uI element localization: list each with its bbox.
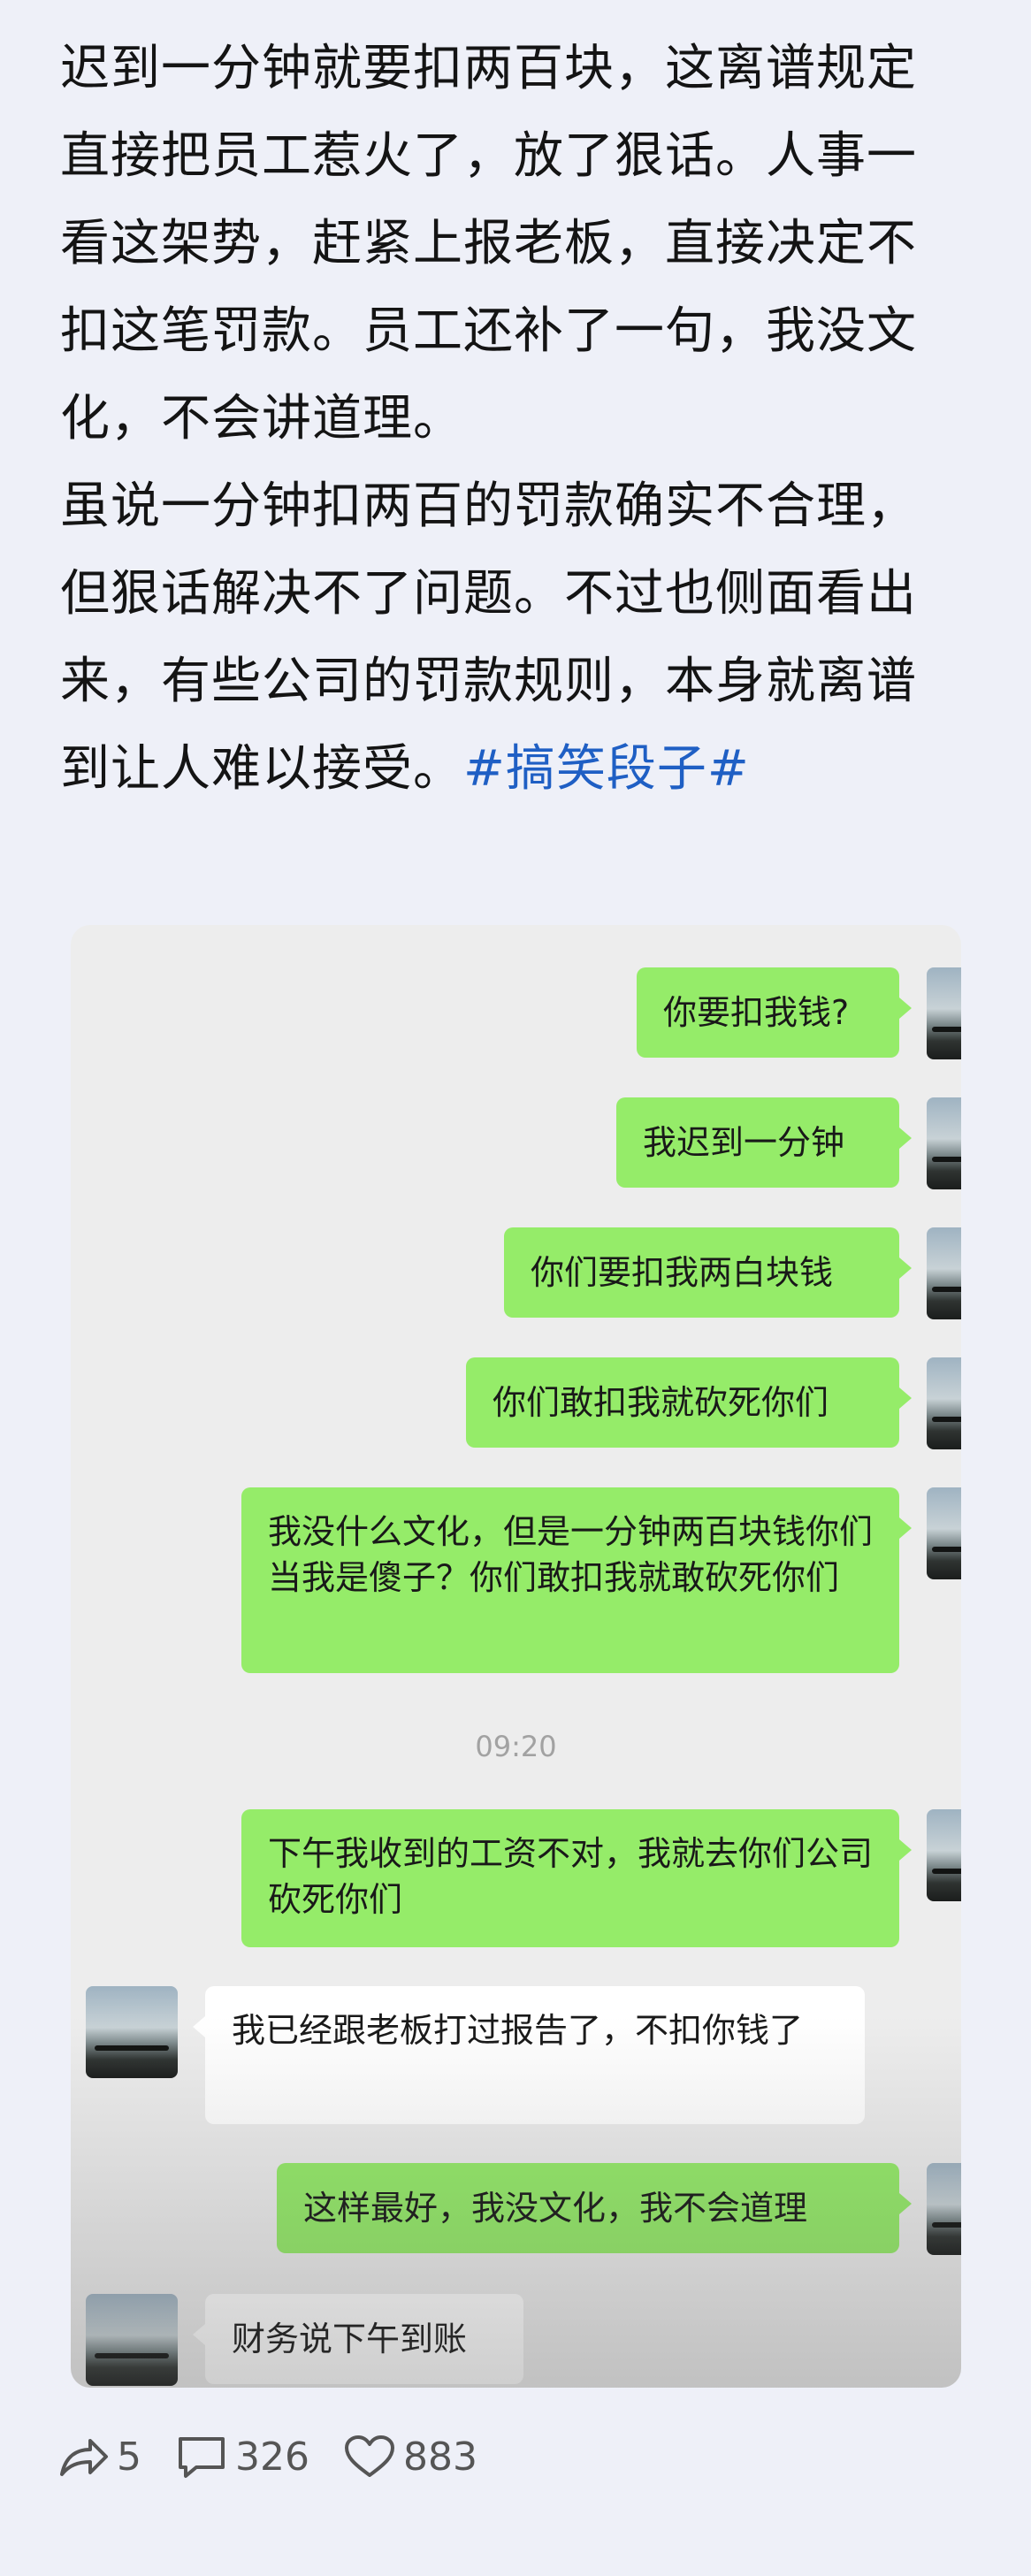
avatar-me (927, 2163, 961, 2255)
chat-message-2: 我迟到一分钟 (616, 1097, 912, 1188)
chat-message-5: 我没什么文化，但是一分钟两百块钱你们当我是傻子？你们敢扣我就敢砍死你们 (241, 1487, 912, 1673)
chat-message-3: 你们要扣我两白块钱 (504, 1227, 912, 1318)
share-button[interactable]: 5 (57, 2434, 141, 2480)
hashtag-link[interactable]: #搞笑段子# (463, 740, 750, 798)
chat-message-8: 这样最好，我没文化，我不会道理 (277, 2163, 912, 2253)
chat-screenshot: 你要扣我钱? 我迟到一分钟 你们要扣我两白块钱 你们敢扣我就砍死你们 我没什么文… (71, 925, 961, 2388)
avatar-me (927, 1809, 961, 1901)
avatar-me (927, 1097, 961, 1189)
comment-count: 326 (235, 2434, 309, 2480)
comment-button[interactable]: 326 (175, 2434, 309, 2480)
avatar-me (927, 1357, 961, 1449)
share-count: 5 (117, 2434, 141, 2480)
avatar-other (86, 1986, 178, 2078)
like-count: 883 (402, 2434, 477, 2480)
avatar-other (86, 2294, 178, 2386)
avatar-me (927, 1487, 961, 1579)
like-button[interactable]: 883 (343, 2434, 477, 2480)
chat-message-7: 我已经跟老板打过报告了，不扣你钱了 (193, 1986, 865, 2124)
post-text: 迟到一分钟就要扣两百块，这离谱规定直接把员工惹火了，放了狠话。人事一看这架势，赶… (60, 25, 953, 813)
chat-message-6: 下午我收到的工资不对，我就去你们公司砍死你们 (241, 1809, 912, 1947)
chat-message-9: 财务说下午到账 (193, 2294, 523, 2384)
post-paragraph-1: 迟到一分钟就要扣两百块，这离谱规定直接把员工惹火了，放了狠话。人事一看这架势，赶… (60, 40, 917, 447)
post-actions: 5 326 883 (57, 2430, 511, 2483)
chat-message-4: 你们敢扣我就砍死你们 (466, 1357, 912, 1448)
chat-timestamp: 09:20 (475, 1730, 557, 1763)
avatar-me (927, 1227, 961, 1319)
chat-message-1: 你要扣我钱? (637, 967, 912, 1058)
comment-icon (179, 2437, 225, 2478)
heart-icon (344, 2435, 394, 2477)
avatar-me (927, 967, 961, 1059)
share-icon (60, 2439, 108, 2476)
